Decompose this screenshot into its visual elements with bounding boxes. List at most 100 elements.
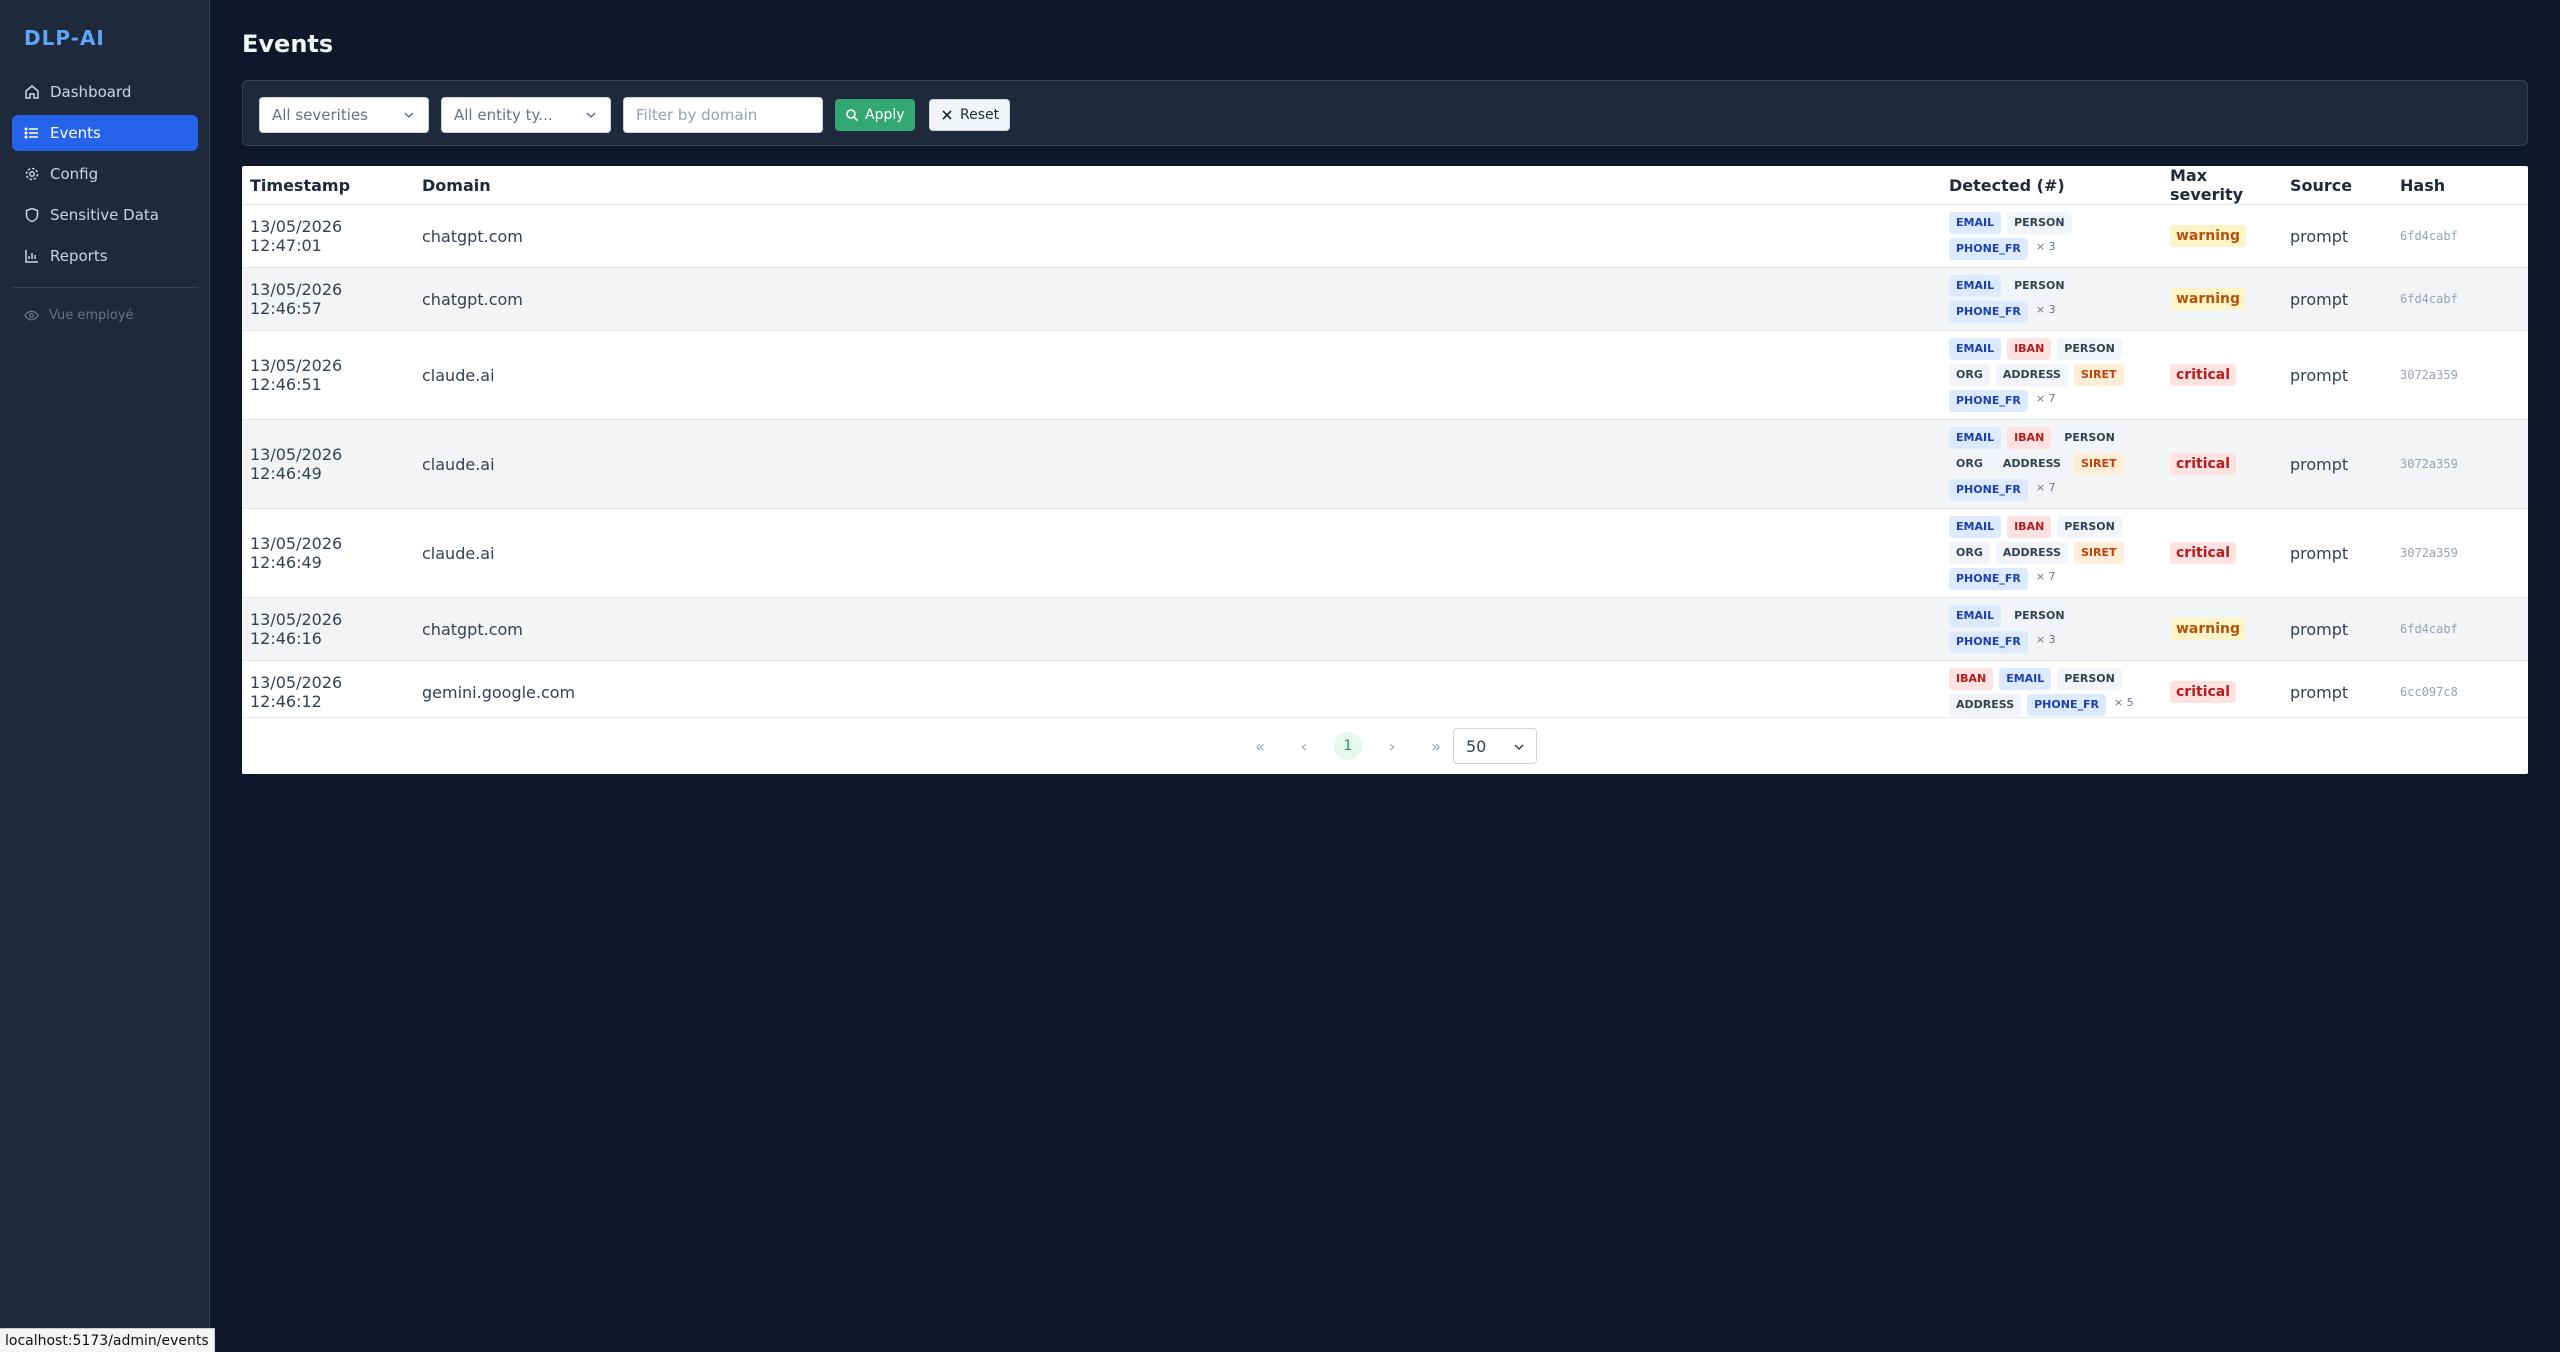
- cell-source: prompt: [2282, 660, 2392, 724]
- entity-tags: IBAN EMAIL PERSON ADDRESS PHONE_FR × 5: [1949, 661, 2159, 723]
- shield-icon: [25, 207, 39, 223]
- entity-tag: PHONE_FR: [1949, 301, 2028, 323]
- entity-tag: IBAN: [2007, 516, 2052, 538]
- entity-tag: ORG: [1949, 364, 1990, 386]
- entity-count: × 3: [2035, 303, 2056, 316]
- cell-max-severity: warning: [2162, 204, 2282, 268]
- cell-detected: EMAIL PERSON PHONE_FR × 3: [1941, 597, 2162, 661]
- table-row[interactable]: 13/05/2026 12:46:57 chatgpt.com EMAIL PERSO…: [242, 267, 2528, 331]
- entity-tag: EMAIL: [1949, 275, 2002, 297]
- column-header-timestamp[interactable]: Timestamp: [242, 166, 414, 205]
- status-url-tooltip: localhost:5173/admin/events: [0, 1328, 215, 1352]
- sidebar: DLP-AI Dashboard Events Config Sensitive…: [0, 0, 210, 1352]
- sidebar-item-label: Config: [50, 165, 99, 183]
- cell-domain: chatgpt.com: [414, 267, 1941, 331]
- table-row[interactable]: 13/05/2026 12:46:16 chatgpt.com EMAIL PERSO…: [242, 597, 2528, 661]
- sidebar-item-sensitive-data[interactable]: Sensitive Data: [12, 197, 198, 233]
- domain-filter-input[interactable]: [623, 97, 823, 133]
- column-header-source[interactable]: Source: [2282, 166, 2392, 205]
- entity-tag: ADDRESS: [1995, 364, 2068, 386]
- entity-tag: IBAN: [2007, 338, 2052, 360]
- table-row[interactable]: 13/05/2026 12:46:12 gemini.google.com IBAN…: [242, 660, 2528, 724]
- cell-timestamp: 13/05/2026 12:46:12: [242, 660, 414, 724]
- sidebar-item-employee-view[interactable]: Vue employé: [24, 308, 134, 323]
- sidebar-item-label: Reports: [50, 247, 108, 265]
- sidebar-item-label: Sensitive Data: [50, 206, 159, 224]
- list-icon: [24, 127, 38, 139]
- entity-count: × 5: [2113, 696, 2134, 709]
- entity-tag: PERSON: [2007, 605, 2072, 627]
- entity-tag: EMAIL: [1949, 212, 2002, 234]
- bar-chart-icon: [25, 250, 38, 263]
- sidebar-item-reports[interactable]: Reports: [12, 238, 198, 274]
- last-page-button[interactable]: »: [1422, 732, 1450, 760]
- entity-tag: EMAIL: [1949, 516, 2002, 538]
- column-header-hash[interactable]: Hash: [2392, 166, 2528, 205]
- table-row[interactable]: 13/05/2026 12:46:49 claude.ai EMAIL IBAN PER…: [242, 508, 2528, 598]
- cell-domain: gemini.google.com: [414, 660, 1941, 724]
- cell-timestamp: 13/05/2026 12:46:57: [242, 267, 414, 331]
- page-title: Events: [242, 30, 334, 58]
- entity-tags: EMAIL IBAN PERSON ORG ADDRESS SIRET PHONE_FR × …: [1949, 420, 2159, 508]
- chevron-down-icon: [1514, 744, 1524, 751]
- first-page-button[interactable]: «: [1246, 732, 1274, 760]
- entity-tag: ADDRESS: [1995, 453, 2068, 475]
- cell-detected: EMAIL IBAN PERSON ORG ADDRESS SIRET PHONE_FR × …: [1941, 419, 2162, 509]
- column-header-max-severity[interactable]: Max severity: [2162, 166, 2282, 205]
- cell-hash: 6fd4cabf: [2392, 597, 2528, 661]
- entity-tags: EMAIL PERSON PHONE_FR × 3: [1949, 205, 2159, 267]
- apply-button[interactable]: Apply: [835, 99, 915, 131]
- next-page-button[interactable]: ›: [1378, 732, 1406, 760]
- entity-tag: PHONE_FR: [2027, 694, 2106, 716]
- severity-select[interactable]: All severities: [259, 97, 429, 133]
- cell-source: prompt: [2282, 204, 2392, 268]
- entity-tag: IBAN: [1949, 668, 1994, 690]
- entity-type-select-value: All entity ty...: [454, 106, 553, 124]
- cell-hash: 3072a359: [2392, 330, 2528, 420]
- entity-type-select[interactable]: All entity ty...: [441, 97, 611, 133]
- cell-hash: 3072a359: [2392, 508, 2528, 598]
- cell-hash: 6fd4cabf: [2392, 267, 2528, 331]
- cell-hash: 6fd4cabf: [2392, 204, 2528, 268]
- entity-tag: EMAIL: [1949, 338, 2002, 360]
- table-row[interactable]: 13/05/2026 12:46:51 claude.ai EMAIL IBAN PER…: [242, 330, 2528, 420]
- prev-page-button[interactable]: ‹: [1290, 732, 1318, 760]
- per-page-select[interactable]: 50: [1453, 728, 1537, 764]
- entity-tag: PHONE_FR: [1949, 390, 2028, 412]
- page-button-current[interactable]: 1: [1334, 732, 1362, 760]
- entity-tag: EMAIL: [1949, 427, 2002, 449]
- column-header-domain[interactable]: Domain: [414, 166, 1941, 205]
- sidebar-divider: [12, 287, 198, 288]
- entity-tag: PERSON: [2057, 668, 2122, 690]
- events-table: Timestamp Domain Detected (#) Max severi…: [242, 166, 2528, 774]
- entity-tag: PERSON: [2057, 516, 2122, 538]
- severity-select-value: All severities: [272, 106, 368, 124]
- eye-icon: [24, 310, 39, 321]
- entity-tag: PHONE_FR: [1949, 631, 2028, 653]
- search-icon: [846, 109, 859, 122]
- sidebar-item-events[interactable]: Events: [12, 115, 198, 151]
- sidebar-item-dashboard[interactable]: Dashboard: [12, 74, 198, 110]
- cell-domain: chatgpt.com: [414, 204, 1941, 268]
- cell-source: prompt: [2282, 330, 2392, 420]
- entity-tag: PHONE_FR: [1949, 479, 2028, 501]
- sidebar-nav: Dashboard Events Config Sensitive Data R…: [12, 74, 198, 279]
- cell-max-severity: critical: [2162, 508, 2282, 598]
- entity-tag: SIRET: [2073, 364, 2124, 386]
- table-header-row: Timestamp Domain Detected (#) Max severi…: [242, 166, 2528, 205]
- reset-button[interactable]: Reset: [929, 99, 1011, 131]
- entity-tag: ADDRESS: [1949, 694, 2022, 716]
- sidebar-item-config[interactable]: Config: [12, 156, 198, 192]
- entity-count: × 3: [2035, 240, 2056, 253]
- table-row[interactable]: 13/05/2026 12:46:49 claude.ai EMAIL IBAN PER…: [242, 419, 2528, 509]
- chevron-down-icon: [586, 112, 596, 119]
- cell-source: prompt: [2282, 508, 2392, 598]
- cell-domain: claude.ai: [414, 419, 1941, 509]
- entity-count: × 3: [2035, 633, 2056, 646]
- column-header-detected[interactable]: Detected (#): [1941, 166, 2162, 205]
- cell-max-severity: warning: [2162, 267, 2282, 331]
- severity-badge: warning: [2170, 618, 2247, 640]
- cell-detected: EMAIL PERSON PHONE_FR × 3: [1941, 204, 2162, 268]
- table-row[interactable]: 13/05/2026 12:47:01 chatgpt.com EMAIL PERSO…: [242, 204, 2528, 268]
- cell-timestamp: 13/05/2026 12:47:01: [242, 204, 414, 268]
